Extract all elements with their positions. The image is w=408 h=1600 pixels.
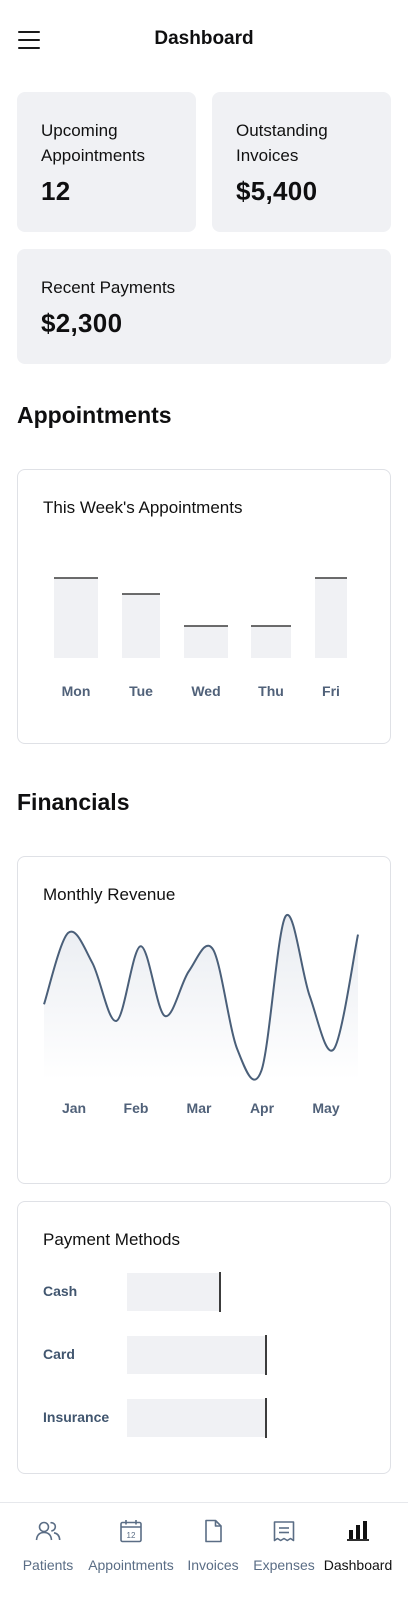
bar: [122, 594, 160, 658]
payment-method-row-cash: Cash: [43, 1272, 363, 1312]
panel-title: Payment Methods: [43, 1230, 181, 1249]
stat-label: Outstanding Invoices: [236, 121, 328, 165]
nav-item-expenses[interactable]: Expenses: [250, 1503, 318, 1600]
calendar-icon: 12: [120, 1520, 142, 1543]
page-title: Dashboard: [154, 28, 254, 49]
x-tick-label: Fri: [322, 683, 340, 699]
payment-method-bar: [127, 1273, 219, 1311]
payment-method-label: Cash: [43, 1283, 78, 1299]
bar-chart-icon: [347, 1521, 369, 1541]
users-icon: [35, 1521, 61, 1541]
monthly-revenue-chart: Monthly Revenue Jan Feb Mar Apr May: [17, 856, 391, 1184]
nav-item-dashboard[interactable]: Dashboard: [322, 1503, 394, 1600]
top-bar: Dashboard: [0, 0, 408, 82]
file-icon: [205, 1519, 222, 1543]
payment-method-row-insurance: Insurance: [43, 1398, 363, 1438]
weekly-bar-chart-svg: Mon Tue Wed Thu Fri: [54, 577, 347, 699]
x-tick-label: Wed: [191, 683, 220, 699]
x-tick-label: Jan: [62, 1100, 86, 1116]
dashboard-screen: Dashboard Upcoming Appointments 12 Outst…: [0, 0, 408, 1600]
nav-label: Dashboard: [323, 1557, 393, 1573]
bar: [184, 626, 228, 658]
payment-method-row-card: Card: [43, 1335, 363, 1375]
nav-item-appointments[interactable]: 12 Appointments: [86, 1503, 176, 1600]
bottom-navigation: Patients 12 Appointments Invoices Expens…: [0, 1502, 408, 1600]
payment-method-marker: [219, 1272, 221, 1312]
x-tick-label: Tue: [129, 683, 153, 699]
payment-methods-panel: Payment Methods Cash Card Insurance: [17, 1201, 391, 1474]
x-tick-label: Apr: [250, 1100, 275, 1116]
section-title-financials: Financials: [17, 789, 130, 815]
nav-item-patients[interactable]: Patients: [14, 1503, 82, 1600]
nav-label: Expenses: [253, 1557, 315, 1573]
payment-method-marker: [265, 1398, 267, 1438]
payment-method-bar: [127, 1336, 265, 1374]
x-tick-label: Thu: [258, 683, 284, 699]
stat-value: $5,400: [236, 176, 318, 206]
nav-label: Patients: [22, 1557, 74, 1573]
bar: [54, 578, 98, 658]
x-tick-label: Mar: [187, 1100, 212, 1116]
x-tick-label: May: [312, 1100, 339, 1116]
bar: [315, 578, 347, 658]
payment-method-bar: [127, 1399, 265, 1437]
payment-method-label: Card: [43, 1346, 75, 1362]
outstanding-invoices-card[interactable]: Outstanding Invoices $5,400: [212, 92, 391, 232]
stat-label: Upcoming Appointments: [41, 121, 145, 165]
x-tick-label: Mon: [62, 683, 91, 699]
recent-payments-card[interactable]: Recent Payments $2,300: [17, 249, 391, 364]
x-tick-label: Feb: [124, 1100, 149, 1116]
section-title-appointments: Appointments: [17, 402, 172, 428]
bar: [251, 626, 291, 658]
svg-text:12: 12: [127, 1531, 136, 1540]
stat-value: $2,300: [41, 308, 123, 338]
upcoming-appointments-card[interactable]: Upcoming Appointments 12: [17, 92, 196, 232]
revenue-line-chart-svg: Jan Feb Mar Apr May: [43, 913, 359, 1116]
nav-label: Invoices: [187, 1557, 239, 1573]
stat-value: 12: [41, 176, 71, 206]
nav-item-invoices[interactable]: Invoices: [182, 1503, 244, 1600]
weekly-appointments-chart: This Week's Appointments Mon Tue Wed Thu Fri: [17, 469, 391, 744]
payment-method-marker: [265, 1335, 267, 1375]
receipt-icon: [273, 1521, 295, 1542]
stat-label: Recent Payments: [41, 278, 176, 297]
payment-method-label: Insurance: [43, 1409, 110, 1425]
nav-label: Appointments: [88, 1557, 174, 1573]
